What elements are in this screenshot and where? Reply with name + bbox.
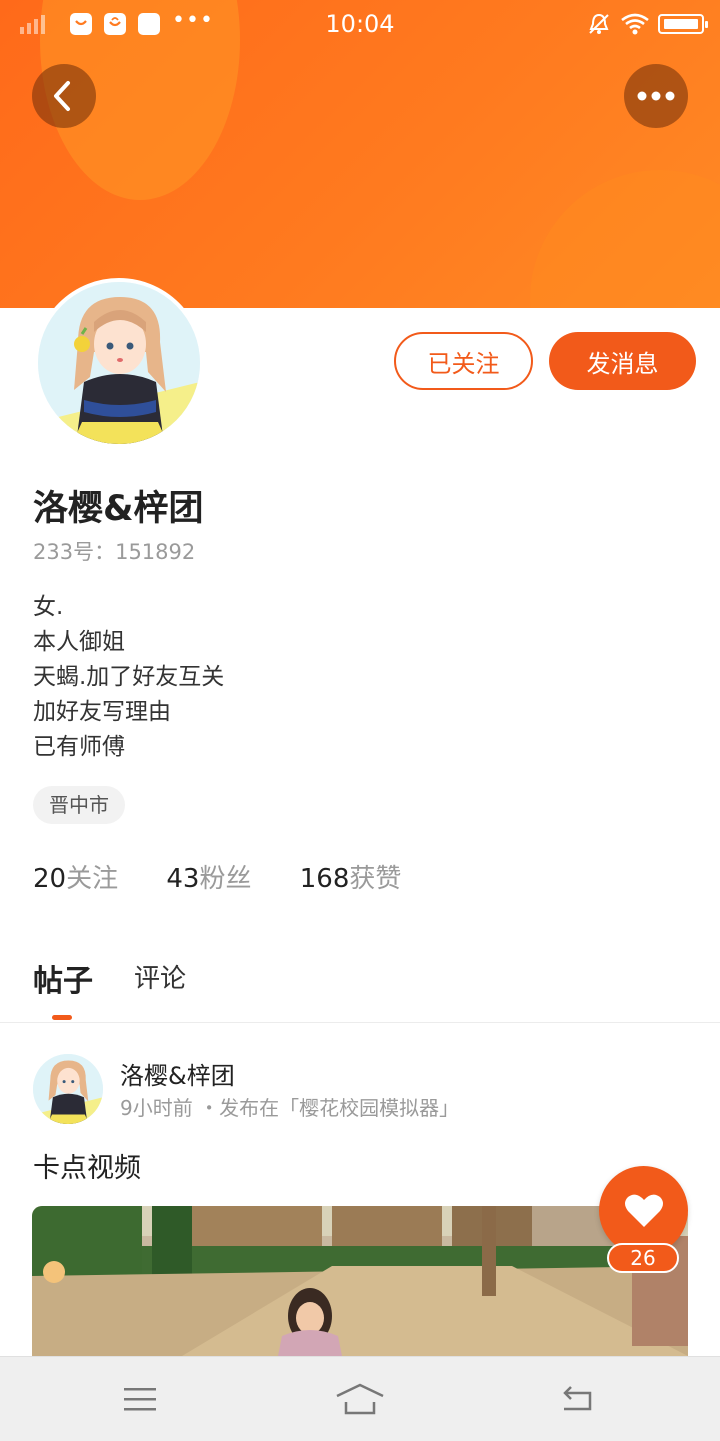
active-tab-indicator xyxy=(52,1015,72,1020)
profile-avatar[interactable] xyxy=(34,278,204,448)
system-navbar xyxy=(0,1356,720,1441)
video-frame xyxy=(32,1206,688,1356)
more-dots-icon: ••• xyxy=(172,8,214,33)
followers-count: 43 xyxy=(166,864,200,894)
chevron-left-icon xyxy=(54,81,70,111)
profile-name: 洛樱&梓团 xyxy=(33,489,204,529)
followers-stat[interactable]: 43粉丝 xyxy=(166,858,251,895)
app-icon xyxy=(138,13,160,35)
following-count: 20 xyxy=(33,864,67,894)
post-video-thumbnail[interactable] xyxy=(32,1206,688,1356)
more-horizontal-icon xyxy=(637,91,675,101)
profile-id: 233号：151892 xyxy=(33,540,196,564)
back-nav-button[interactable] xyxy=(548,1377,608,1421)
profile-tabs: 帖子 评论 xyxy=(0,948,720,1023)
following-label: 关注 xyxy=(66,864,119,894)
followers-label: 粉丝 xyxy=(199,864,252,894)
avatar-illustration xyxy=(33,1054,103,1124)
status-time: 10:04 xyxy=(325,10,395,38)
likes-stat[interactable]: 168获赞 xyxy=(300,858,402,895)
post-meta: 9小时前 ・发布在「樱花校园模拟器」 xyxy=(120,1096,460,1120)
wifi-icon xyxy=(621,13,649,35)
likes-label: 获赞 xyxy=(349,864,402,894)
tab-comments[interactable]: 评论 xyxy=(134,958,186,995)
menu-button[interactable] xyxy=(110,1377,170,1421)
bio-line: 本人御姐 xyxy=(33,629,125,655)
profile-stats: 20关注 43粉丝 168获赞 xyxy=(33,858,441,895)
post-title[interactable]: 卡点视频 xyxy=(33,1146,141,1185)
bio-line: 天蝎.加了好友互关 xyxy=(33,664,225,690)
like-count-badge: 26 xyxy=(607,1243,679,1273)
more-button[interactable] xyxy=(624,64,688,128)
bio-line: 已有师傅 xyxy=(33,734,125,760)
menu-icon xyxy=(124,1388,156,1411)
post-author-avatar[interactable] xyxy=(33,1054,103,1124)
back-icon xyxy=(563,1386,592,1411)
tab-posts[interactable]: 帖子 xyxy=(33,956,93,1000)
send-message-button[interactable]: 发消息 xyxy=(549,332,696,390)
home-icon xyxy=(336,1383,384,1415)
header-decoration xyxy=(530,170,720,308)
bio-line: 加好友写理由 xyxy=(33,699,171,725)
post-author-name[interactable]: 洛樱&梓团 xyxy=(120,1056,235,1091)
battery-icon xyxy=(658,14,708,34)
profile-bio: 女. 本人御姐 天蝎.加了好友互关 加好友写理由 已有师傅 xyxy=(33,590,224,765)
likes-count: 168 xyxy=(299,864,350,894)
home-button[interactable] xyxy=(330,1377,390,1421)
following-stat[interactable]: 20关注 xyxy=(33,858,118,895)
notification-icon xyxy=(70,13,92,35)
signal-icon xyxy=(20,15,45,34)
location-tag: 晋中市 xyxy=(33,786,125,824)
status-bar: ••• 10:04 xyxy=(0,0,720,50)
like-button[interactable] xyxy=(599,1166,688,1255)
shopping-icon xyxy=(104,13,126,35)
heart-icon xyxy=(624,1194,663,1227)
followed-button[interactable]: 已关注 xyxy=(394,332,533,390)
silent-icon xyxy=(589,13,609,34)
bio-line: 女. xyxy=(33,594,64,620)
back-button[interactable] xyxy=(32,64,96,128)
avatar-illustration xyxy=(38,282,200,444)
